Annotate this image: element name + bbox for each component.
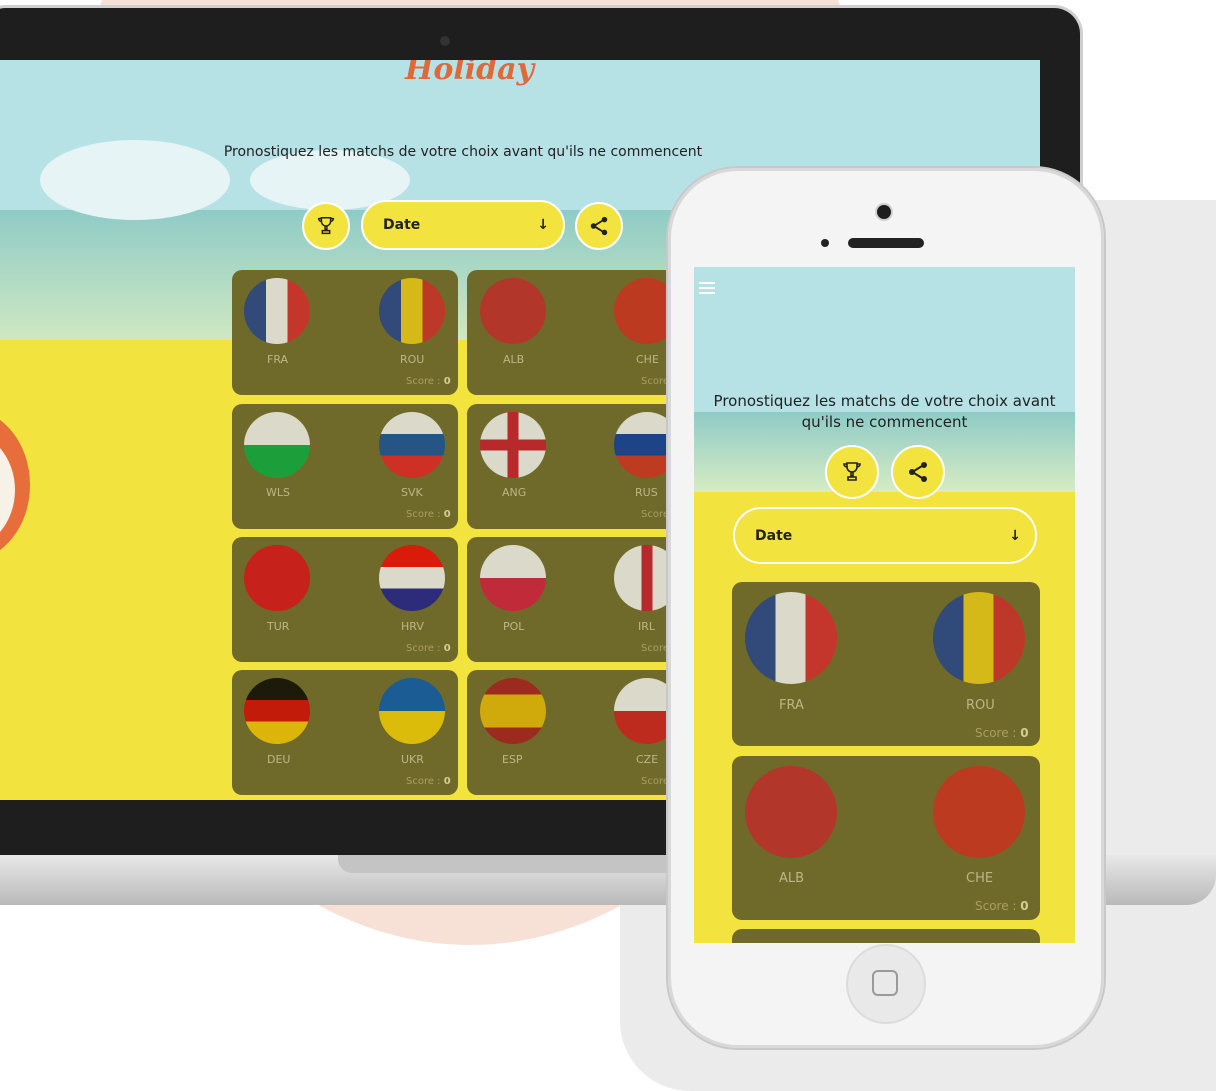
arrow-down-icon: ↓	[537, 217, 549, 233]
share-button[interactable]	[891, 445, 945, 499]
home-square-icon	[872, 970, 898, 996]
share-icon	[909, 462, 927, 482]
home-team-code: ANG	[502, 486, 527, 499]
score-text: Score : 0	[975, 899, 1029, 913]
flag-esp-icon	[480, 678, 546, 744]
score-text: Score	[641, 643, 670, 654]
away-team-code: SVK	[401, 486, 423, 499]
match-card[interactable]: DEU UKR Score : 0	[232, 670, 458, 795]
match-card[interactable]: ESP CZE Score	[467, 670, 693, 795]
flag-pol-icon	[480, 545, 546, 611]
sort-select[interactable]: Date ↓	[733, 507, 1037, 564]
home-team-code: WLS	[266, 486, 290, 499]
away-team-code: HRV	[401, 620, 424, 633]
trophy-icon	[843, 462, 861, 481]
match-card[interactable]: FRA ROU Score : 0	[732, 582, 1040, 746]
flag-alb-icon	[745, 766, 837, 858]
trophy-button[interactable]	[825, 445, 879, 499]
match-card[interactable]: ANG RUS Score	[467, 404, 693, 529]
flag-alb-icon	[480, 278, 546, 344]
home-team-code: ALB	[503, 353, 525, 366]
match-card[interactable]: POL IRL Score	[467, 537, 693, 662]
flag-wls-icon	[244, 412, 310, 478]
flag-che-icon	[933, 766, 1025, 858]
page-tagline: Pronostiquez les matchs de votre choix a…	[223, 144, 703, 160]
match-card[interactable]: WLS SVK Score : 0	[232, 404, 458, 529]
flag-ang-icon	[480, 412, 546, 478]
flag-hrv-icon	[379, 545, 445, 611]
match-card[interactable]: FRA ROU Score : 0	[232, 270, 458, 395]
mobile-screen: Pronostiquez les matchs de votre choix a…	[694, 267, 1075, 943]
score-text: Score : 0	[406, 376, 451, 387]
phone-sensor	[821, 239, 829, 247]
arrow-down-icon: ↓	[1009, 527, 1021, 544]
flag-ukr-icon	[379, 678, 445, 744]
home-team-code: POL	[503, 620, 525, 633]
sort-label: Date	[383, 217, 421, 233]
away-team-code: CZE	[636, 753, 659, 766]
flag-fra-icon	[745, 592, 837, 684]
away-team-code: RUS	[635, 486, 658, 499]
flag-rou-icon	[379, 278, 445, 344]
score-text: Score : 0	[975, 726, 1029, 740]
score-text: Score	[641, 376, 670, 387]
flag-deu-icon	[244, 678, 310, 744]
score-text: Score : 0	[406, 643, 451, 654]
trophy-icon	[317, 217, 335, 235]
away-team-code: ROU	[966, 698, 995, 713]
holiday-logo: Holiday	[405, 60, 534, 87]
home-team-code: ALB	[779, 871, 805, 886]
away-team-code: CHE	[636, 353, 659, 366]
flag-fra-icon	[244, 278, 310, 344]
score-text: Score	[641, 509, 670, 520]
share-icon	[590, 216, 608, 236]
score-text: Score : 0	[406, 776, 451, 787]
phone-camera	[877, 205, 891, 219]
sort-select[interactable]: Date ↓	[361, 200, 565, 250]
home-team-code: DEU	[267, 753, 291, 766]
score-text: Score : 0	[406, 509, 451, 520]
home-team-code: ESP	[502, 753, 523, 766]
away-team-code: UKR	[401, 753, 424, 766]
page-tagline: Pronostiquez les matchs de votre choix a…	[713, 392, 1056, 431]
away-team-code: IRL	[638, 620, 656, 633]
laptop-camera	[440, 36, 450, 46]
away-team-code: ROU	[400, 353, 425, 366]
flag-rou-icon	[933, 592, 1025, 684]
match-card[interactable]: ALB CHE Score : 0	[732, 756, 1040, 920]
flag-svk-icon	[379, 412, 445, 478]
phone-speaker	[848, 238, 924, 248]
flag-tur-icon	[244, 545, 310, 611]
score-text: Score	[641, 776, 670, 787]
hamburger-menu-icon[interactable]	[699, 282, 715, 294]
match-card[interactable]: TUR HRV Score : 0	[232, 537, 458, 662]
sort-label: Date	[755, 527, 793, 544]
home-team-code: FRA	[267, 353, 289, 366]
share-button[interactable]	[575, 202, 623, 250]
match-card[interactable]	[732, 929, 1040, 943]
away-team-code: CHE	[966, 871, 994, 886]
home-team-code: TUR	[267, 620, 290, 633]
match-card[interactable]: ALB CHE Score	[467, 270, 693, 395]
home-team-code: FRA	[779, 698, 804, 713]
trophy-button[interactable]	[302, 202, 350, 250]
